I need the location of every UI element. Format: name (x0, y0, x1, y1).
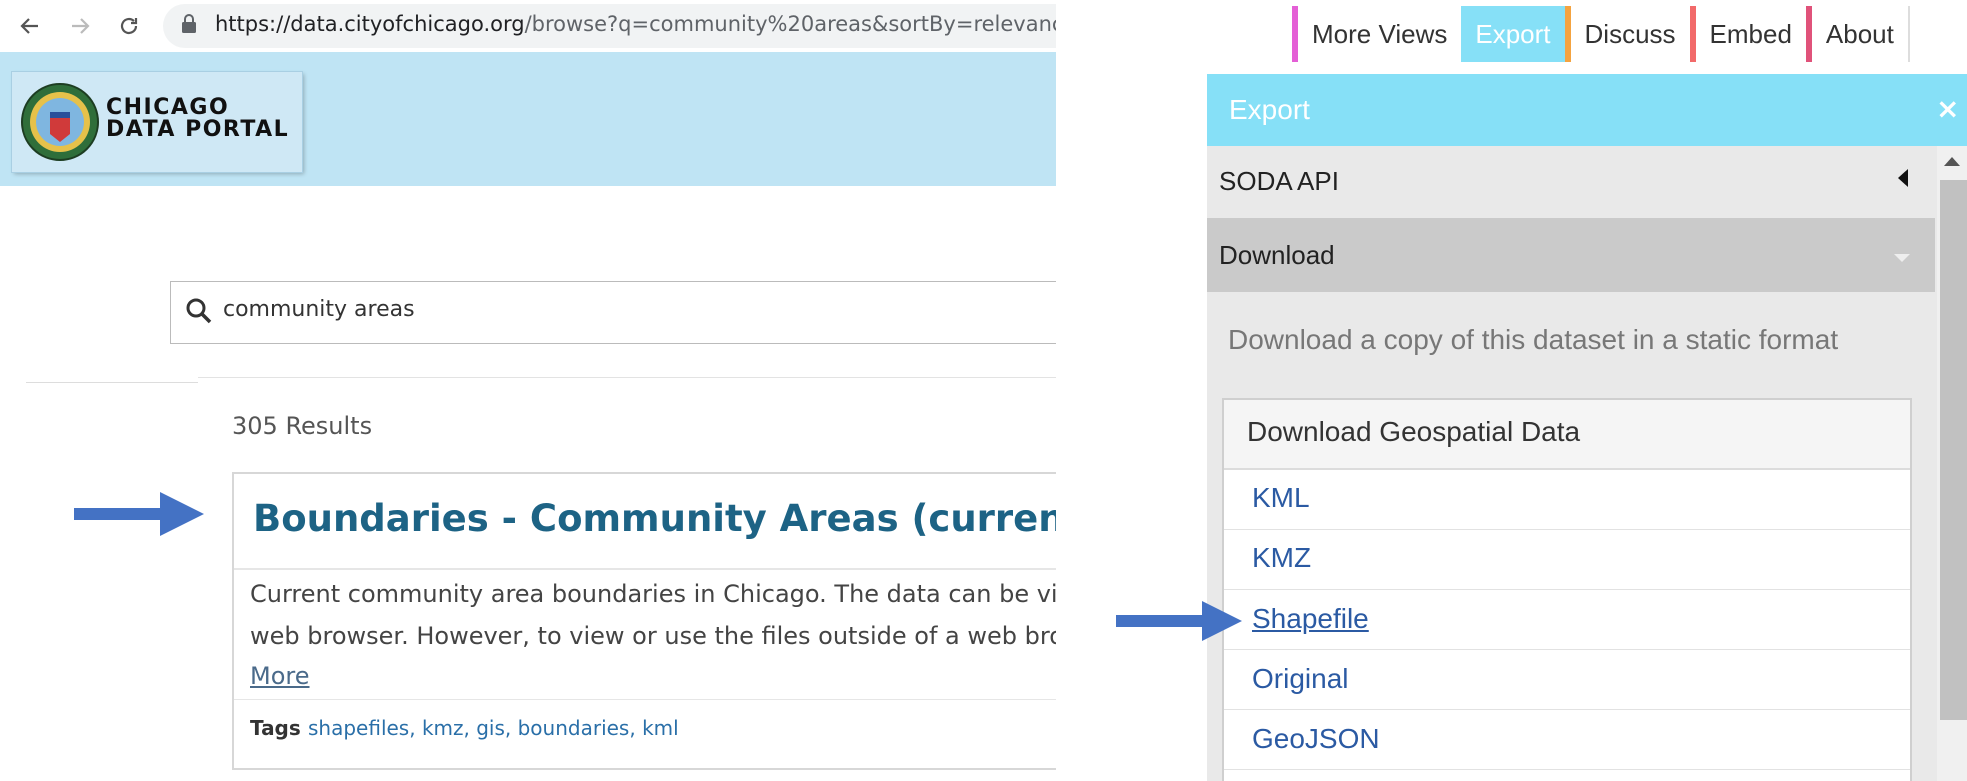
divider (234, 699, 1056, 700)
list-item (1224, 470, 1910, 530)
city-seal-icon (20, 82, 100, 166)
logo-text: CHICAGO DATA PORTAL (106, 97, 289, 141)
forward-arrow-icon[interactable] (62, 8, 98, 44)
download-original-link[interactable]: Original (1252, 663, 1348, 695)
tab-discuss[interactable]: Discuss (1571, 6, 1696, 62)
url-path: /browse?q=community%20areas&sortBy=relev… (524, 12, 1056, 36)
logo-line-2: DATA PORTAL (106, 117, 290, 142)
close-icon[interactable]: × (1936, 92, 1959, 125)
tab-label: Embed (1709, 18, 1792, 49)
caret-left-icon (1897, 168, 1909, 192)
pointer-arrow-icon (74, 492, 204, 540)
result-count: 305 Results (232, 412, 373, 440)
geospatial-heading: Download Geospatial Data (1247, 416, 1581, 447)
view-tabs: More Views Export Discuss Embed About (1292, 6, 1910, 62)
tab-about[interactable]: About (1812, 6, 1910, 62)
tab-label: Discuss (1584, 18, 1676, 49)
download-shapefile-link[interactable]: Shapefile (1252, 603, 1369, 635)
result-description-line-2: web browser. However, to view or use the… (250, 622, 1056, 650)
divider (26, 382, 198, 383)
scroll-up-icon[interactable] (1942, 152, 1962, 171)
url-host: https://data.cityofchicago.org (215, 12, 525, 36)
tags-links[interactable]: shapefiles, kmz, gis, boundaries, kml (308, 716, 679, 740)
list-item (1224, 530, 1910, 590)
tab-embed[interactable]: Embed (1696, 6, 1812, 62)
tab-export[interactable]: Export (1461, 6, 1571, 62)
search-icon[interactable] (185, 297, 213, 329)
download-kmz-link[interactable]: KMZ (1252, 542, 1311, 574)
search-input-value: community areas (223, 297, 415, 322)
lock-icon (181, 14, 197, 38)
url-text[interactable]: https://data.cityofchicago.org/browse?q=… (215, 12, 1056, 36)
export-panel-header (1207, 74, 1967, 146)
result-description-line-1: Current community area boundaries in Chi… (250, 580, 1056, 608)
divider (198, 377, 1056, 378)
tab-more-views[interactable]: More Views (1292, 6, 1461, 62)
download-kml-link[interactable]: KML (1252, 482, 1310, 514)
result-title-link[interactable]: Boundaries - Community Areas (current) (253, 497, 1056, 540)
more-link[interactable]: More (250, 662, 310, 690)
back-arrow-icon[interactable] (12, 8, 48, 44)
caret-down-icon (1893, 248, 1911, 267)
tab-label: Export (1475, 18, 1551, 49)
reload-icon[interactable] (111, 8, 147, 44)
tags-label: Tags (250, 716, 301, 740)
download-description: Download a copy of this dataset in a sta… (1228, 324, 1839, 355)
export-panel-title: Export (1229, 94, 1310, 125)
download-geojson-link[interactable]: GeoJSON (1252, 723, 1380, 755)
tab-label: More Views (1312, 18, 1448, 49)
download-label: Download (1219, 240, 1335, 270)
browser-window: https://data.cityofchicago.org/browse?q=… (0, 0, 1056, 781)
tab-label: About (1825, 18, 1894, 49)
pointer-arrow-icon (1116, 601, 1242, 645)
soda-api-label: SODA API (1219, 166, 1339, 196)
scrollbar-thumb[interactable] (1940, 180, 1967, 720)
logo-line-1: CHICAGO (106, 95, 230, 120)
